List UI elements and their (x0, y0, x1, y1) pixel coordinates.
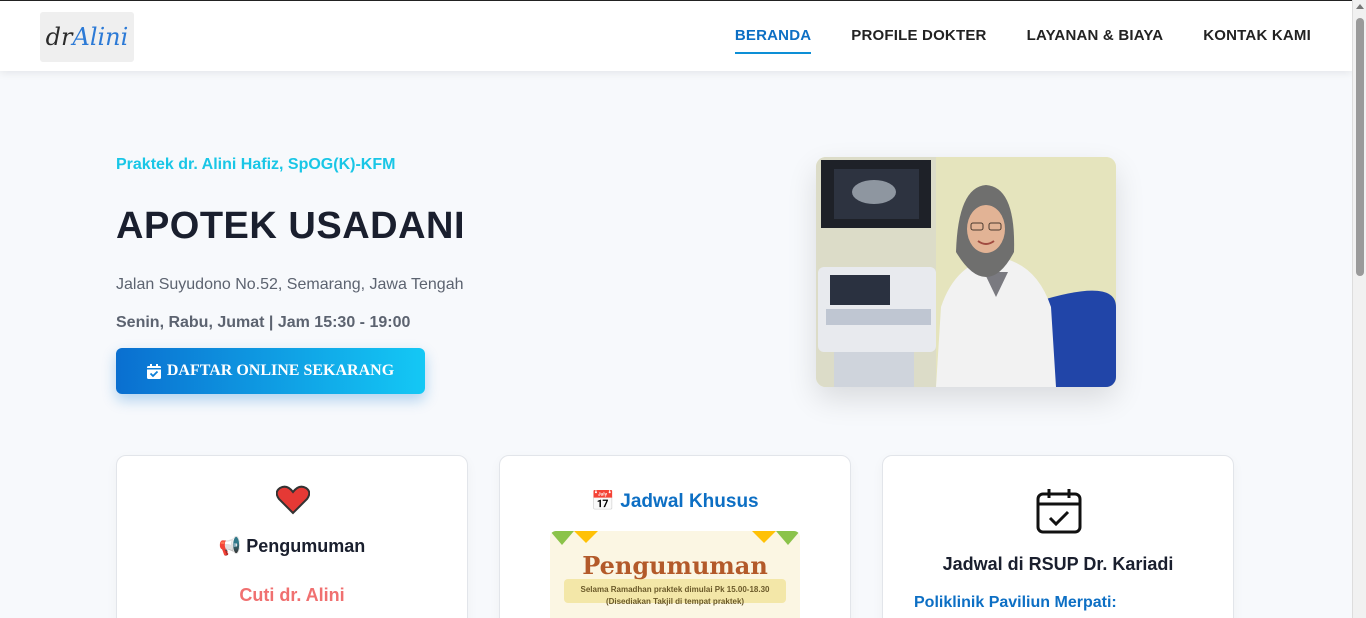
hero-subtitle: Praktek dr. Alini Hafiz, SpOG(K)-KFM (116, 156, 396, 173)
poster-line-2: (Disediakan Takjil di tempat praktek) (605, 597, 745, 606)
top-navbar: drAlini BERANDA PROFILE DOKTER LAYANAN &… (0, 0, 1352, 71)
kariadi-schedule-card: Jadwal di RSUP Dr. Kariadi Poliklinik Pa… (882, 455, 1234, 618)
scroll-thumb[interactable] (1356, 18, 1364, 276)
hero-address: Jalan Suyudono No.52, Semarang, Jawa Ten… (116, 276, 464, 293)
heart-icon (276, 485, 310, 515)
register-online-label: DAFTAR ONLINE SEKARANG (166, 362, 395, 379)
nav-link-profile-dokter[interactable]: PROFILE DOKTER (851, 27, 986, 54)
ramadhan-poster[interactable]: Pengumuman Selama Ramadhan praktek dimul… (550, 531, 800, 618)
calendar-check-icon (146, 363, 161, 379)
announcement-leave-link[interactable]: Cuti dr. Alini (117, 585, 467, 606)
register-online-button[interactable]: DAFTAR ONLINE SEKARANG (116, 348, 425, 394)
hero-title: APOTEK USADANI (116, 205, 466, 247)
calendar-check-icon (1036, 489, 1082, 534)
announcement-title: 📢 Pengumuman (218, 536, 366, 556)
nav-menu: BERANDA PROFILE DOKTER LAYANAN & BIAYA K… (734, 27, 1311, 54)
logo-text: drAlini (45, 23, 129, 51)
special-schedule-card: 📅 Jadwal Khusus Pengumuman Selama Ramadh… (499, 455, 851, 618)
doctor-photo (816, 157, 1116, 387)
kariadi-clinic-label: Poliklinik Paviliun Merpati: (914, 594, 1117, 611)
hero-hours: Senin, Rabu, Jumat | Jam 15:30 - 19:00 (116, 314, 411, 331)
nav-link-layanan-biaya[interactable]: LAYANAN & BIAYA (1027, 27, 1164, 54)
page-scrollbar[interactable] (1352, 0, 1366, 618)
nav-link-beranda[interactable]: BERANDA (734, 27, 812, 54)
kariadi-schedule-title: Jadwal di RSUP Dr. Kariadi (942, 554, 1174, 574)
poster-line-1: Selama Ramadhan praktek dimulai Pk 15.00… (580, 585, 770, 594)
special-schedule-title: 📅 Jadwal Khusus (591, 491, 759, 512)
poster-title: Pengumuman (582, 551, 768, 580)
announcement-card: 📢 Pengumuman Cuti dr. Alini (116, 455, 468, 618)
nav-link-kontak-kami[interactable]: KONTAK KAMI (1203, 27, 1311, 54)
doctor-photo-illustration (816, 157, 1116, 387)
site-logo[interactable]: drAlini (40, 12, 134, 62)
scroll-up-arrow-icon[interactable] (1356, 4, 1364, 9)
